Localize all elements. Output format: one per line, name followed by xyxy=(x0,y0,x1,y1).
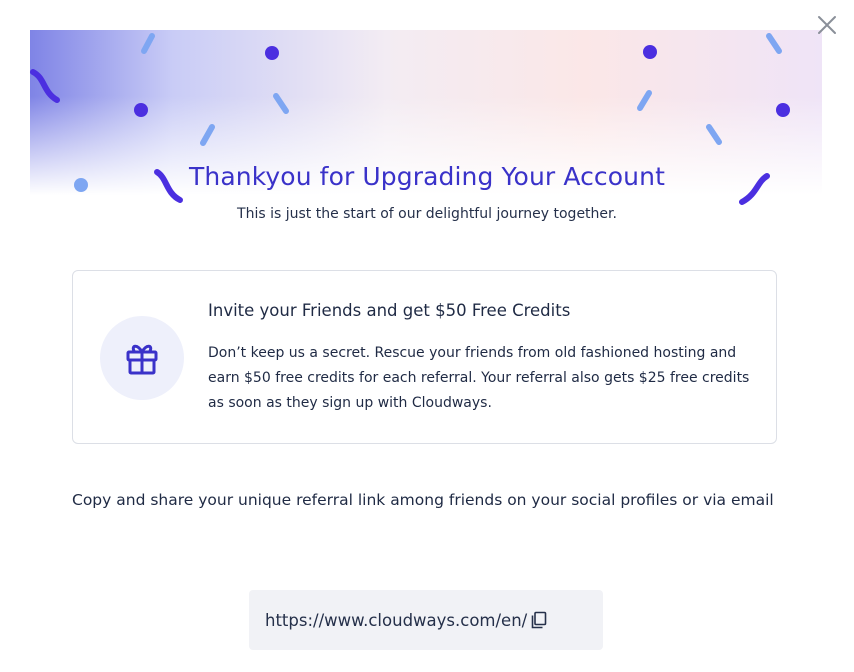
modal-subtitle: This is just the start of our delightful… xyxy=(237,206,617,222)
referral-link-box[interactable]: https://www.cloudways.com/en/ xyxy=(249,590,603,650)
referral-card-description: Don’t keep us a secret. Rescue your frie… xyxy=(208,345,750,411)
upgrade-success-modal: Thankyou for Upgrading Your Account This… xyxy=(0,0,854,672)
gift-icon-badge xyxy=(100,316,184,400)
gift-icon xyxy=(126,344,158,375)
referral-card: Invite your Friends and get $50 Free Cre… xyxy=(72,270,777,444)
referral-link[interactable]: https://www.cloudways.com/en/ xyxy=(265,611,527,630)
close-icon xyxy=(818,16,836,34)
modal-title: Thankyou for Upgrading Your Account xyxy=(189,162,665,191)
share-instructions: Copy and share your unique referral link… xyxy=(72,491,774,509)
referral-card-title: Invite your Friends and get $50 Free Cre… xyxy=(208,301,571,320)
copy-button[interactable] xyxy=(529,610,549,630)
copy-icon xyxy=(531,611,547,629)
close-button[interactable] xyxy=(814,12,840,38)
